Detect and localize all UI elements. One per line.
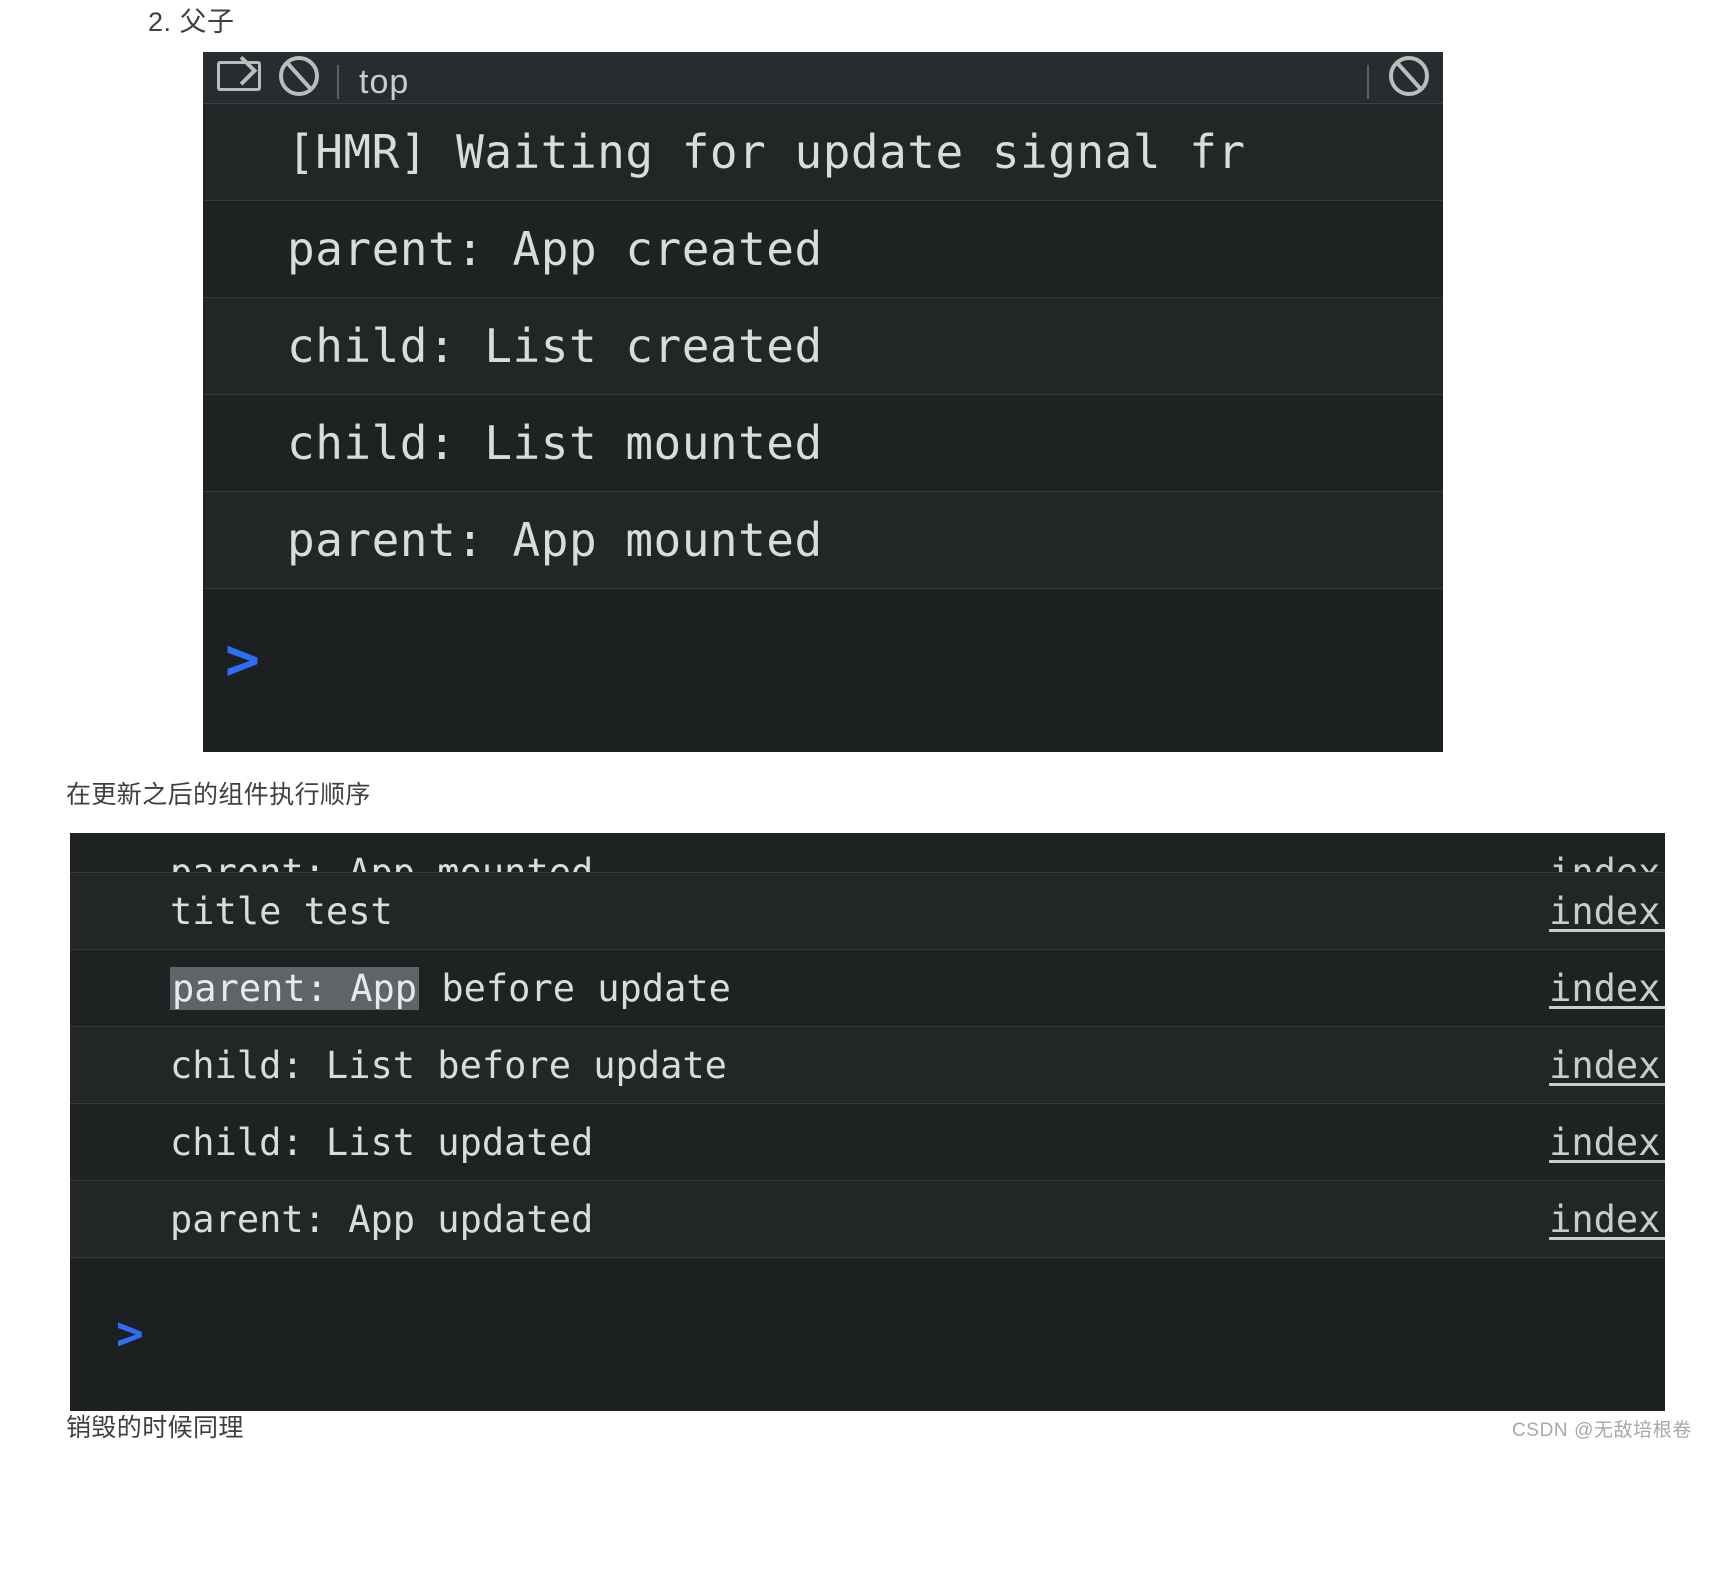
console-log-row[interactable]: parent: App mounted index.j [70,833,1665,873]
csdn-watermark: CSDN @无敌培根卷 [1511,1420,1692,1441]
console-log-row[interactable]: [HMR] Waiting for update signal fr [203,104,1443,201]
console-log-list: [HMR] Waiting for update signal fr paren… [203,104,1443,589]
devtools-console-toolbar: top [203,52,1443,104]
log-message-rest: before update [419,966,731,1010]
log-source-link[interactable]: index.j [1509,1198,1665,1241]
log-message: child: List before update [170,1043,727,1087]
device-toolbar-icon[interactable] [217,53,261,99]
log-source-link[interactable]: index.j [1509,1044,1665,1087]
console-log-list: parent: App mounted index.j title test i… [70,833,1665,1258]
log-source-link[interactable]: index.j [1509,1121,1665,1164]
execution-context-selector[interactable]: top [359,65,409,99]
log-message: title test [170,889,393,933]
prompt-chevron-icon: > [116,1306,144,1360]
console-log-row[interactable]: child: List updated index.j [70,1104,1665,1181]
console-log-row[interactable]: child: List created [203,298,1443,395]
console-input-prompt[interactable]: > [203,589,1443,729]
console-log-row[interactable]: title test index.j [70,873,1665,950]
log-message: parent: App before update [170,966,731,1010]
log-message: parent: App created [287,222,823,276]
caption-after-update: 在更新之后的组件执行顺序 [66,781,371,809]
prompt-chevron-icon: > [225,625,260,693]
log-message: child: List mounted [287,416,823,470]
console-screenshot-after-update: parent: App mounted index.j title test i… [70,833,1665,1411]
console-log-row[interactable]: parent: App created [203,201,1443,298]
log-source-link[interactable]: index.j [1509,890,1665,933]
log-message: parent: App updated [170,1197,594,1241]
log-message: parent: App mounted [170,851,594,873]
toolbar-divider [337,65,339,99]
log-source-link[interactable]: index.j [1509,851,1665,872]
page-title: 2. 父子 [148,7,235,37]
console-log-row[interactable]: parent: App updated index.j [70,1181,1665,1258]
console-screenshot-initial-render: top [HMR] Waiting for update signal fr p… [203,52,1443,752]
log-message: child: List created [287,319,823,373]
log-source-link[interactable]: index.j [1509,967,1665,1010]
log-message: child: List updated [170,1120,594,1164]
console-log-row[interactable]: child: List mounted [203,395,1443,492]
console-input-prompt[interactable]: > [70,1258,1665,1408]
console-log-row[interactable]: parent: App mounted [203,492,1443,589]
clear-console-icon[interactable] [279,53,319,99]
selected-text: parent: App [170,966,420,1010]
settings-icon[interactable] [1389,53,1429,99]
console-log-row[interactable]: child: List before update index.j [70,1027,1665,1104]
caption-destroy: 销毁的时候同理 [66,1414,244,1442]
toolbar-divider-right [1367,65,1369,99]
log-message: [HMR] Waiting for update signal fr [287,125,1246,179]
article-page: 2. 父子 top [HMR] Waiting for update signa… [0,0,1714,1575]
log-message: parent: App mounted [287,513,823,567]
console-log-row-selected[interactable]: parent: App before update index.j [70,950,1665,1027]
